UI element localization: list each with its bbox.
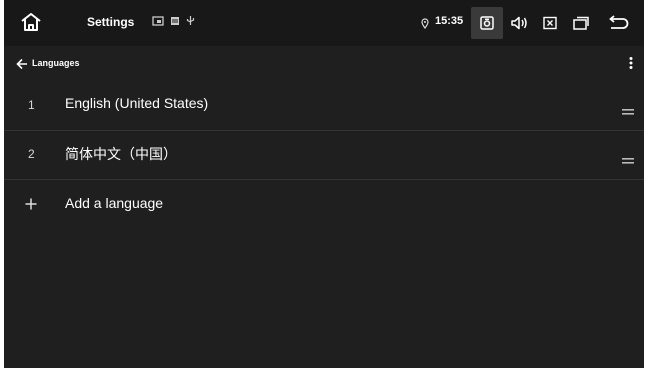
add-language-label: Add a language xyxy=(65,195,164,211)
close-box-icon[interactable] xyxy=(534,7,566,39)
action-bar: Languages xyxy=(4,46,644,82)
notification-cast-icon xyxy=(152,15,164,26)
language-row-chinese[interactable]: 2 简体中文（中国） xyxy=(4,131,644,180)
status-bar-title: Settings xyxy=(87,15,135,29)
notification-icons xyxy=(152,15,195,26)
settings-screen: Settings 15:35 Languages 1 English (Unit… xyxy=(4,0,644,368)
language-label: English (United States) xyxy=(65,95,209,111)
language-index: 1 xyxy=(28,98,35,112)
drag-handle-icon[interactable] xyxy=(622,102,634,120)
more-vertical-icon[interactable] xyxy=(629,56,633,75)
add-language-button[interactable]: Add a language xyxy=(4,180,644,228)
drag-handle-icon[interactable] xyxy=(622,151,634,169)
location-icon xyxy=(421,16,429,34)
recent-apps-icon[interactable] xyxy=(565,7,597,39)
volume-icon[interactable] xyxy=(503,7,535,39)
notification-media-icon xyxy=(171,16,179,25)
usb-icon xyxy=(186,16,195,25)
back-icon[interactable] xyxy=(602,7,634,39)
language-label: 简体中文（中国） xyxy=(65,146,177,162)
language-row-english[interactable]: 1 English (United States) xyxy=(4,82,644,131)
screenshot-icon[interactable] xyxy=(471,7,503,39)
status-bar: Settings 15:35 xyxy=(4,0,644,46)
home-icon[interactable] xyxy=(20,12,44,34)
arrow-left-icon[interactable] xyxy=(16,57,28,75)
language-index: 2 xyxy=(28,147,35,161)
language-list: 1 English (United States) 2 简体中文（中国） Add… xyxy=(4,82,644,228)
page-title: Languages xyxy=(32,58,80,68)
plus-icon xyxy=(25,197,37,215)
status-time: 15:35 xyxy=(435,15,464,27)
